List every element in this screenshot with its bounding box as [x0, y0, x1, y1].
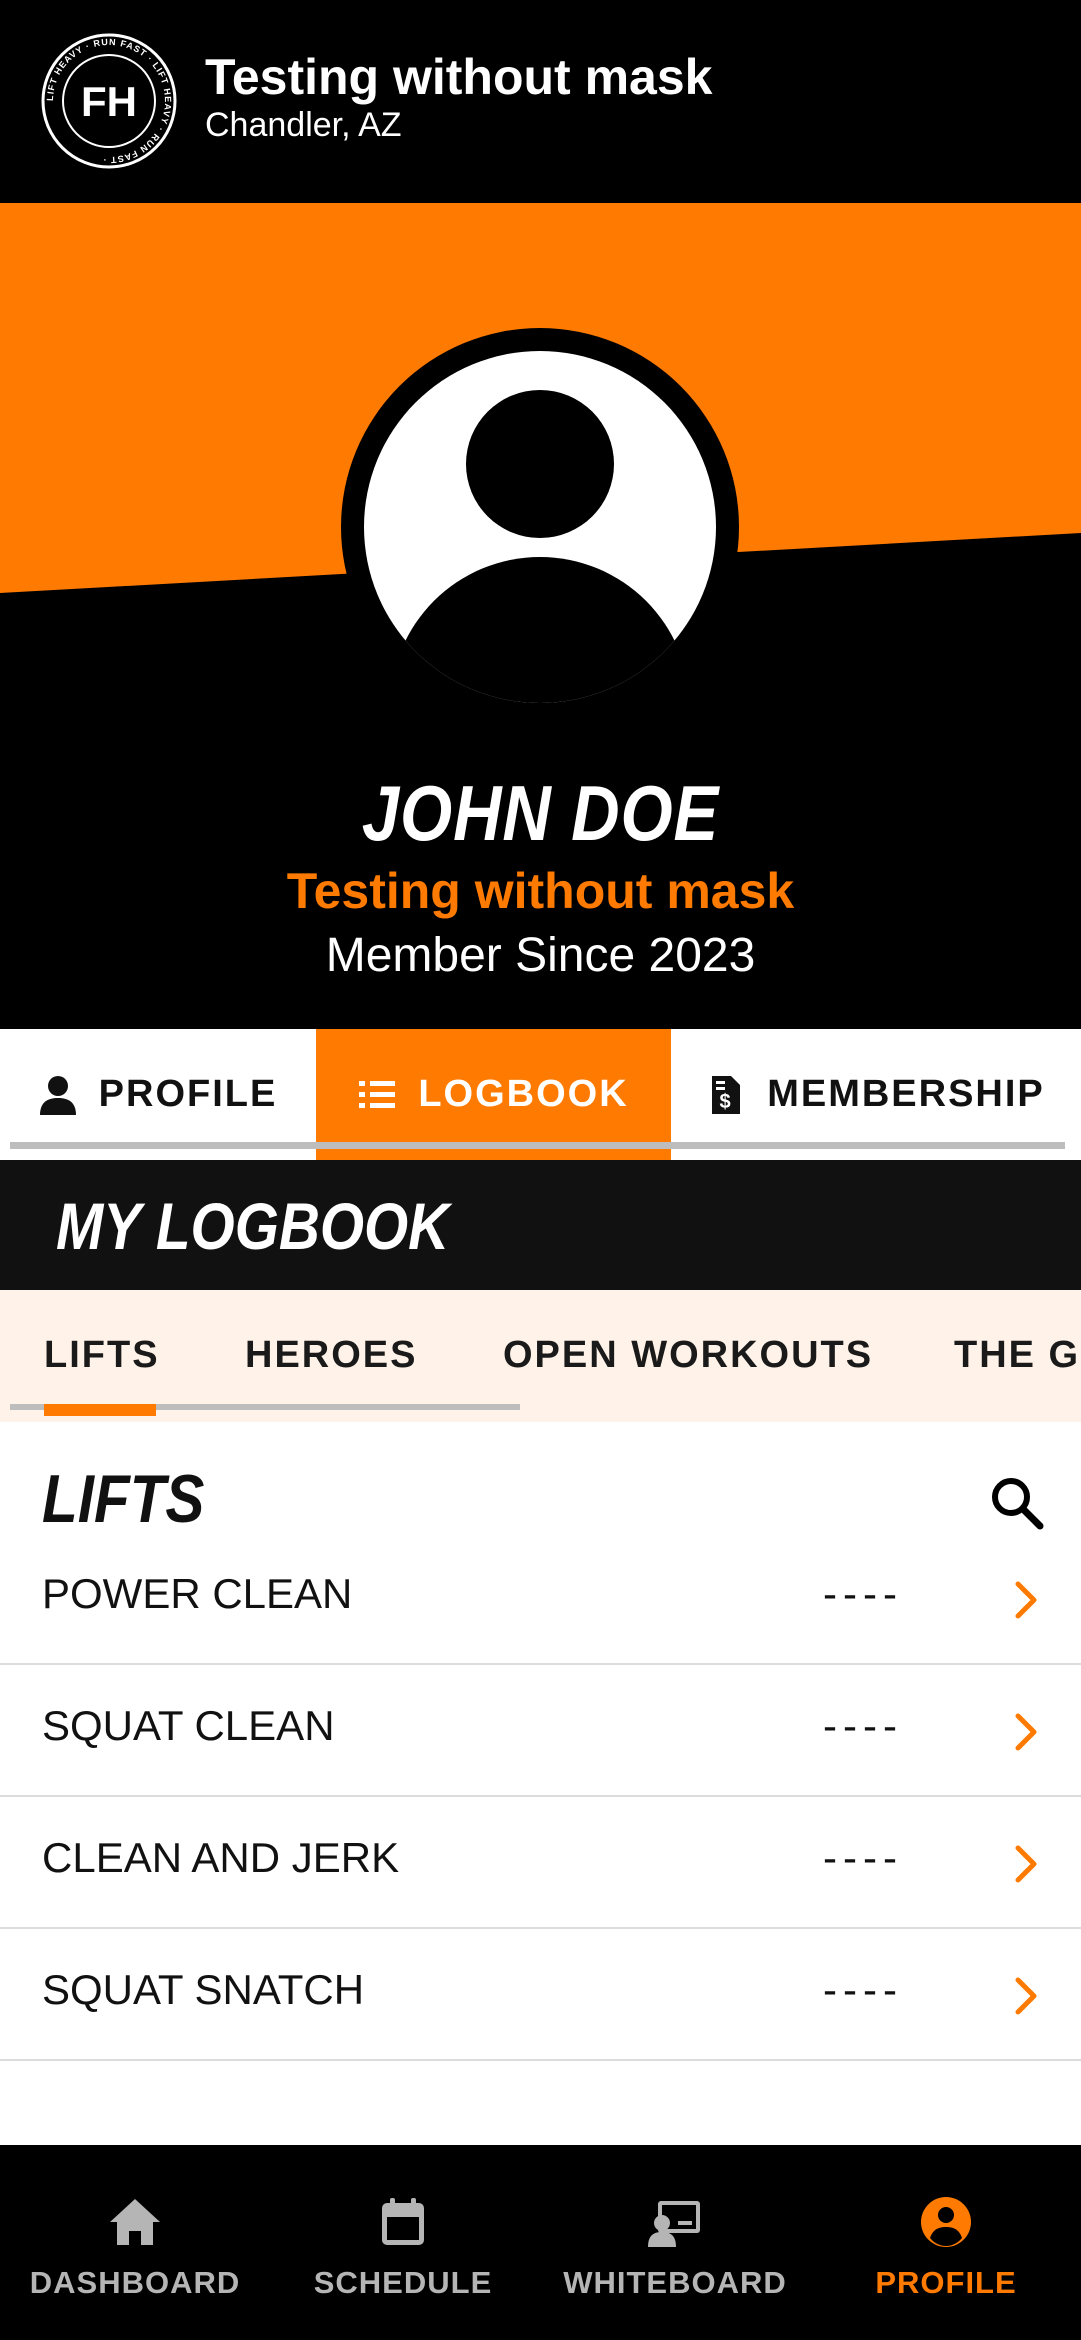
whiteboard-icon [648, 2201, 700, 2247]
list-item[interactable]: CLEAN AND JERK ---- [0, 1796, 1081, 1929]
person-icon [39, 1075, 76, 1115]
tab-profile-label: PROFILE [98, 1073, 278, 1115]
section-title: LIFTS [42, 1461, 205, 1537]
invoice-icon: $ [712, 1075, 741, 1114]
chevron-right-icon [1015, 1713, 1037, 1751]
tab-profile[interactable]: PROFILE [0, 1029, 316, 1160]
profile-tabs: PROFILE LOGBOOK $ MEMBERSHIP [0, 1029, 1081, 1160]
nav-whiteboard[interactable]: WHITEBOARD [540, 2145, 810, 2340]
profile-icon [921, 2197, 971, 2247]
nav-dashboard[interactable]: DASHBOARD [0, 2145, 270, 2340]
lift-value: ---- [823, 1966, 903, 2013]
profile-hero: JOHN DOE Testing without mask Member Sin… [0, 203, 1081, 1029]
nav-profile[interactable]: PROFILE [811, 2145, 1081, 2340]
lift-value: ---- [823, 1570, 903, 1617]
home-icon [110, 2199, 160, 2245]
chevron-right-icon [1015, 1977, 1037, 2015]
tabs-scroll-indicator [10, 1142, 1065, 1149]
search-icon[interactable] [986, 1472, 1046, 1532]
nav-schedule-label: SCHEDULE [313, 2265, 493, 2300]
nav-dashboard-label: DASHBOARD [29, 2265, 241, 2300]
lift-value: ---- [823, 1834, 903, 1881]
profile-name: JOHN DOE [361, 769, 720, 857]
lift-name: SQUAT CLEAN [42, 1702, 335, 1749]
tab-membership[interactable]: $ MEMBERSHIP [671, 1029, 1081, 1160]
nav-profile-label: PROFILE [875, 2265, 1017, 2300]
subtab-the-girls[interactable]: THE GI [954, 1334, 1081, 1377]
gym-logo: LIFT HEAVY · RUN FAST · LIFT HEAVY · RUN… [41, 33, 177, 169]
app-header: LIFT HEAVY · RUN FAST · LIFT HEAVY · RUN… [0, 0, 1081, 203]
svg-text:$: $ [720, 1091, 733, 1113]
subtab-heroes[interactable]: HEROES [245, 1334, 417, 1377]
tab-logbook-label: LOGBOOK [418, 1073, 629, 1115]
nav-whiteboard-label: WHITEBOARD [563, 2265, 787, 2300]
logbook-banner: MY LOGBOOK [0, 1160, 1081, 1290]
nav-schedule[interactable]: SCHEDULE [268, 2145, 538, 2340]
bottom-navigation: DASHBOARD SCHEDULE WHITEBOARD PROFILE [0, 2145, 1081, 2340]
list-item[interactable]: POWER CLEAN ---- [0, 1532, 1081, 1665]
subtab-open-workouts[interactable]: OPEN WORKOUTS [503, 1334, 873, 1377]
logo-monogram: FH [81, 78, 137, 125]
lift-name: CLEAN AND JERK [42, 1834, 400, 1881]
avatar[interactable] [340, 327, 740, 727]
app-title: Testing without mask [205, 49, 713, 105]
calendar-icon [382, 2198, 424, 2245]
member-since: Member Since 2023 [325, 929, 756, 982]
logbook-category-tabs: LIFTS HEROES OPEN WORKOUTS THE GI [0, 1290, 1081, 1422]
profile-gym-name: Testing without mask [286, 863, 795, 919]
app-location: Chandler, AZ [205, 106, 402, 144]
list-item[interactable]: SQUAT SNATCH ---- [0, 1928, 1081, 2061]
subtab-active-indicator [44, 1404, 156, 1416]
chevron-right-icon [1015, 1581, 1037, 1619]
subtab-lifts[interactable]: LIFTS [44, 1334, 160, 1377]
lift-name: SQUAT SNATCH [42, 1966, 365, 2013]
chevron-right-icon [1015, 1845, 1037, 1883]
list-icon [359, 1080, 396, 1108]
lift-value: ---- [823, 1702, 903, 1749]
logbook-title: MY LOGBOOK [56, 1189, 450, 1263]
lift-name: POWER CLEAN [42, 1570, 353, 1617]
list-item[interactable]: SQUAT CLEAN ---- [0, 1664, 1081, 1797]
tab-logbook[interactable]: LOGBOOK [316, 1029, 671, 1160]
tab-membership-label: MEMBERSHIP [767, 1073, 1045, 1115]
